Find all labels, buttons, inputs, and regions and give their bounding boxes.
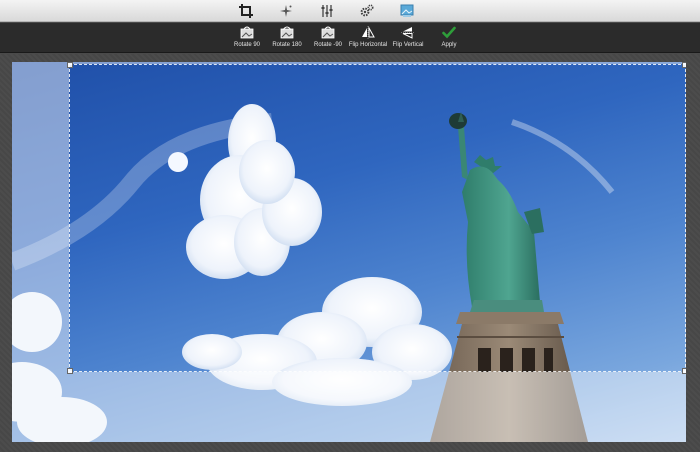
- flip-horizontal-icon: [361, 25, 375, 39]
- gears-icon: [360, 4, 374, 17]
- apply-button[interactable]: Apply: [437, 25, 461, 52]
- crop-mask-left: [12, 62, 69, 442]
- adjust-tool-button[interactable]: [317, 2, 337, 20]
- editor-canvas: [0, 54, 700, 452]
- apply-label: Apply: [441, 42, 457, 48]
- rotate-180-button[interactable]: Rotate 180: [270, 25, 304, 52]
- crop-handle-bottom-left[interactable]: [67, 368, 73, 374]
- rotate-neg90-label: Rotate -90: [313, 42, 343, 48]
- rotate-image-icon: [321, 25, 335, 39]
- tool-bar: [0, 0, 700, 22]
- flip-horizontal-label: Flip Horizontal: [348, 42, 388, 48]
- rotate-image-icon: [240, 25, 254, 39]
- crop-action-bar: Rotate 90 Rotate 180 Rotate -90 Flip Hor…: [0, 23, 700, 53]
- flip-vertical-button[interactable]: Flip Vertical: [392, 25, 424, 52]
- rotate-neg90-button[interactable]: Rotate -90: [311, 25, 345, 52]
- frame-icon: [400, 4, 414, 17]
- frame-tool-button[interactable]: [397, 2, 417, 20]
- flip-vertical-label: Flip Vertical: [392, 42, 424, 48]
- enhance-tool-button[interactable]: [276, 2, 296, 20]
- crop-tool-button[interactable]: [236, 2, 256, 20]
- photo: [12, 62, 686, 442]
- sparkle-icon: [280, 5, 292, 17]
- crop-handle-bottom-right[interactable]: [682, 368, 686, 374]
- crop-handle-top-left[interactable]: [67, 62, 73, 68]
- effects-tool-button[interactable]: [357, 2, 377, 20]
- rotate-90-label: Rotate 90: [233, 42, 261, 48]
- crop-mask-bottom: [69, 372, 686, 442]
- rotate-90-button[interactable]: Rotate 90: [232, 25, 262, 52]
- sliders-icon: [321, 5, 333, 17]
- rotate-180-label: Rotate 180: [272, 42, 302, 48]
- checkmark-icon: [442, 25, 456, 39]
- rotate-image-icon: [280, 25, 294, 39]
- crop-handle-top-right[interactable]: [682, 62, 686, 68]
- crop-icon: [239, 4, 253, 18]
- flip-horizontal-button[interactable]: Flip Horizontal: [347, 25, 389, 52]
- flip-vertical-icon: [401, 25, 415, 39]
- crop-selection[interactable]: [67, 62, 686, 374]
